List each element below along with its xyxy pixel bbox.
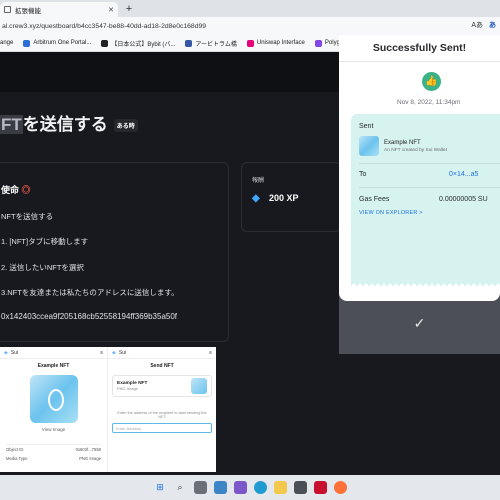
bookmark-icon — [246, 39, 254, 47]
popup-title: Successfully Sent! — [372, 42, 467, 54]
divider — [339, 61, 500, 62]
read-aloud-icon[interactable]: Aあ — [471, 20, 483, 30]
instruction-text: Enter the address of the recipient to st… — [117, 411, 207, 419]
mission-card: 使命 ◎ NFTを送信する 1. [NFT]タブに移動します 2. 送信したいN… — [0, 162, 229, 342]
task-view-icon[interactable] — [193, 481, 207, 494]
bookmark-item[interactable]: ange — [0, 40, 13, 46]
gas-value: 0.00000005 SU — [439, 196, 488, 203]
divider — [359, 163, 500, 164]
firefox-icon[interactable] — [333, 481, 347, 494]
menu-icon: ≡ — [209, 349, 212, 356]
reward-card: 報酬 ◆ 200 XP — [241, 162, 341, 232]
diamond-icon: ◆ — [252, 192, 260, 204]
send-nft-screen: ◈ Sui ≡ Send NFT Example NFT PNG Image Ente… — [108, 347, 216, 472]
translate-icon[interactable]: あ — [489, 20, 496, 30]
nft-name: Example NFT — [384, 139, 421, 146]
tab-extensions[interactable]: 拡張機能 ✕ — [0, 2, 118, 17]
reward-value: 200 XP — [269, 193, 299, 203]
bookmark-icon — [185, 39, 193, 47]
bookmark-item[interactable]: アービトラム橋 — [185, 39, 237, 48]
step-text: 2. 送信したいNFTを選択 — [1, 263, 84, 272]
url-text[interactable]: al.crew3.xyz/questboard/b4cc3547-be88-40… — [2, 23, 206, 30]
chat-icon[interactable] — [233, 481, 247, 494]
bookmark-item[interactable]: Uniswap Interface — [246, 39, 305, 47]
mcafee-icon[interactable] — [313, 481, 327, 494]
file-explorer-icon[interactable] — [273, 481, 287, 494]
new-tab-button[interactable]: + — [122, 3, 136, 15]
menu-icon: ≡ — [100, 349, 103, 356]
divider — [359, 187, 500, 188]
edge-icon[interactable] — [253, 481, 267, 494]
search-icon[interactable]: ⌕ — [174, 481, 187, 494]
sui-logo-icon: ◈ — [4, 349, 8, 356]
close-tab-icon[interactable]: ✕ — [108, 6, 114, 14]
to-label: To — [359, 171, 367, 178]
sent-date: Nov 8, 2022, 11:34pm — [397, 99, 461, 106]
step-text: NFTを送信する — [1, 212, 54, 221]
nft-detail-screen: ◈ Sui ≡ Example NFT View Image Object ID 0x… — [0, 347, 108, 472]
confirm-check-button[interactable]: ✓ — [339, 301, 500, 354]
widgets-icon[interactable] — [213, 481, 227, 494]
target-address[interactable]: 0x142403ccea9f205168cb52558194ff369b35a5… — [1, 312, 177, 321]
receipt-card: Sent Example NFT An NFT created by Sui Wa… — [351, 114, 500, 286]
wallet-popup: Successfully Sent! 👍 Nov 8, 2022, 11:34p… — [339, 35, 500, 301]
store-icon[interactable] — [293, 481, 307, 494]
view-image-link: View Image — [41, 427, 66, 432]
recurring-badge: ある時 — [113, 119, 138, 132]
bookmark-icon — [23, 39, 31, 47]
address-input-preview: Enter Address — [112, 423, 212, 433]
step-text: 3.NFTを友達または私たちのアドレスに送信します。 — [1, 288, 179, 297]
reward-label: 報酬 — [252, 178, 265, 184]
start-icon[interactable]: ⊞ — [154, 481, 167, 494]
receipt-edge — [351, 280, 500, 286]
nft-title: Example NFT — [37, 363, 70, 369]
target-icon: ◎ — [21, 185, 31, 195]
extensions-icon — [4, 6, 11, 13]
instruction-screenshot: ◈ Sui ≡ Example NFT View Image Object ID 0x… — [0, 347, 216, 472]
bookmark-item[interactable]: Arbitrum One Portal... — [23, 39, 91, 47]
nft-image — [29, 375, 78, 423]
page-title: FTを送信する ある時 — [0, 110, 138, 135]
nft-image — [359, 136, 379, 156]
nft-description: An NFT created by Sui Wallet — [384, 147, 447, 153]
windows-taskbar: ⊞ ⌕ — [0, 475, 500, 500]
gas-label: Gas Fees — [359, 196, 390, 203]
address-bar[interactable]: al.crew3.xyz/questboard/b4cc3547-be88-40… — [0, 17, 500, 35]
mission-heading: 使命 ◎ — [1, 185, 31, 195]
recipient-address[interactable]: 0×14...a5 — [449, 171, 478, 178]
view-on-explorer-link[interactable]: VIEW ON EXPLORER > — [359, 210, 423, 216]
nft-thumbnail — [191, 378, 207, 394]
send-title: Send NFT — [150, 363, 174, 369]
bookmark-item[interactable]: 【日本公式】Bybit (バ... — [101, 39, 175, 48]
sent-label: Sent — [359, 123, 374, 130]
step-text: 1. [NFT]タブに移動します — [1, 237, 89, 246]
bookmark-icon — [314, 39, 322, 47]
tab-title: 拡張機能 — [15, 7, 41, 15]
bookmark-icon — [101, 39, 109, 47]
sui-logo-icon: ◈ — [112, 349, 116, 356]
tab-strip: 拡張機能 ✕ + — [0, 0, 500, 17]
thumbs-up-icon: 👍 — [422, 72, 441, 91]
